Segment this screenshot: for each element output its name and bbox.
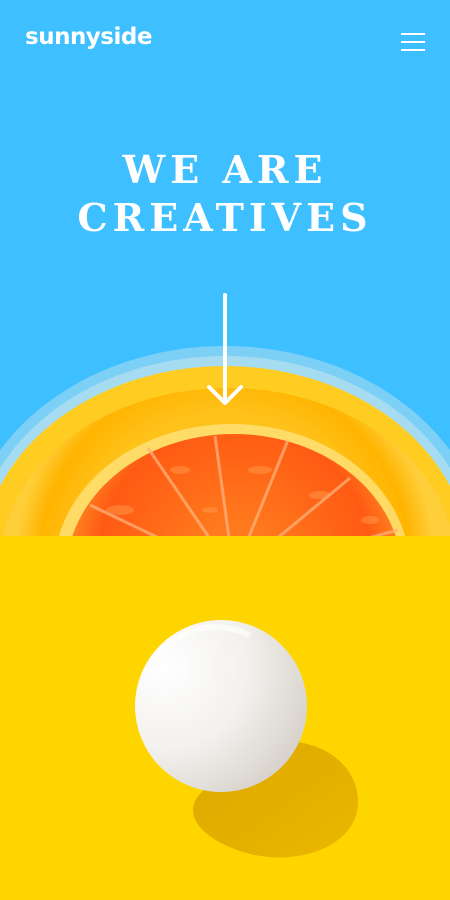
egg-image: [135, 620, 359, 858]
landing-page: sunnyside WE ARE CREATIVES: [0, 0, 450, 900]
arrow-down-icon[interactable]: [0, 0, 450, 536]
egg-feature-section: [0, 536, 450, 900]
hero-section: sunnyside WE ARE CREATIVES: [0, 0, 450, 536]
